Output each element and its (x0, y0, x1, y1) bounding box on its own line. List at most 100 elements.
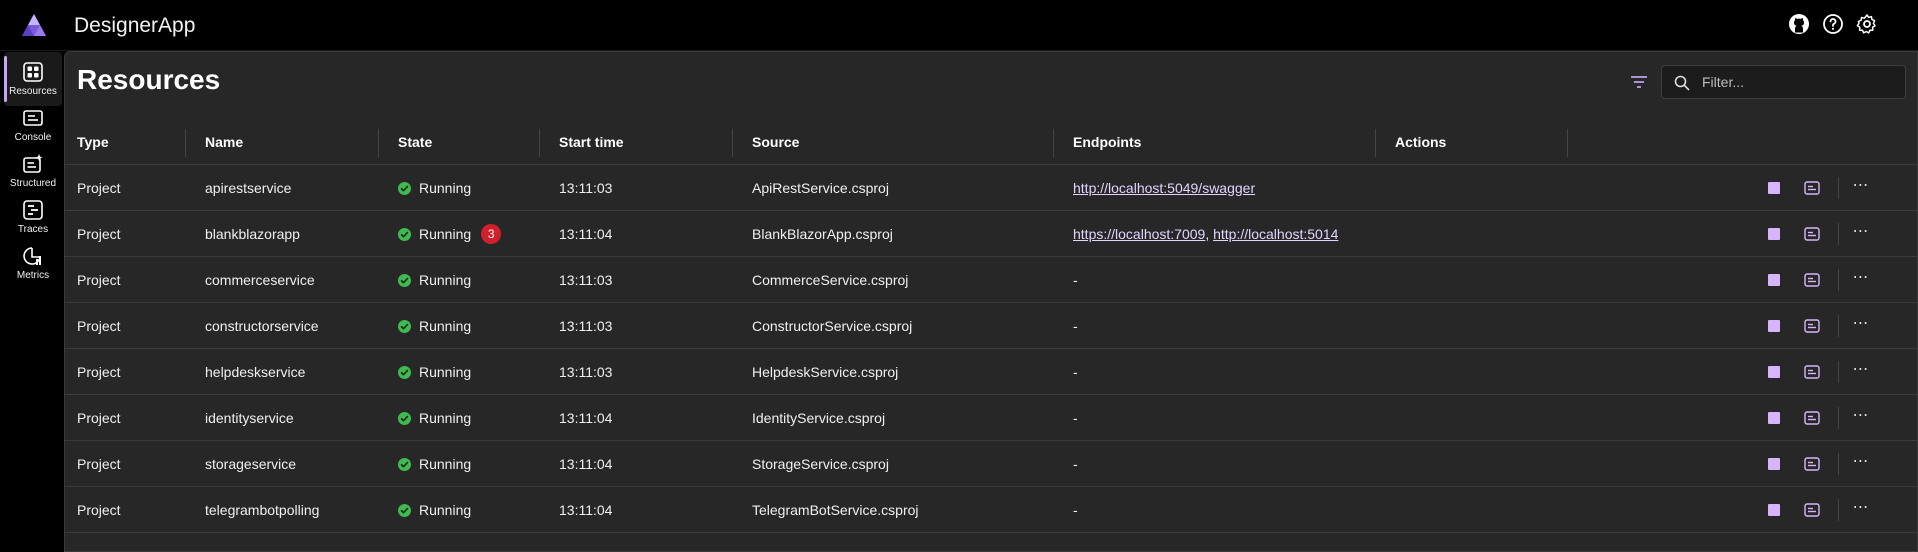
console-logs-icon[interactable] (1804, 503, 1820, 517)
filter-field[interactable] (1661, 65, 1906, 99)
filter-input[interactable] (1702, 70, 1897, 94)
cell-endpoints: - (1073, 349, 1078, 395)
stop-icon[interactable] (1768, 412, 1780, 424)
table-row[interactable]: Project blankblazorapp Running 3 13:11:04 Bla… (65, 211, 1917, 257)
stop-icon[interactable] (1768, 320, 1780, 332)
console-logs-icon[interactable] (1804, 457, 1820, 471)
cell-endpoints: - (1073, 395, 1078, 441)
github-icon[interactable] (1788, 13, 1810, 35)
cell-source: CommerceService.csproj (752, 272, 909, 288)
stop-icon[interactable] (1768, 182, 1780, 194)
sidebar-item-label: Metrics (16, 270, 50, 281)
table-row[interactable]: Project helpdeskservice Running 13:11:03 Hel… (65, 349, 1917, 395)
filter-icon[interactable] (1628, 71, 1650, 93)
column-divider[interactable] (1375, 129, 1376, 157)
running-status-icon (398, 227, 411, 241)
app-logo-icon[interactable] (21, 13, 47, 37)
column-header-state[interactable]: State (398, 119, 432, 165)
cell-state: Running 3 (398, 211, 502, 257)
column-header-type[interactable]: Type (77, 119, 109, 165)
stop-icon[interactable] (1768, 228, 1780, 240)
endpoint-empty: - (1073, 318, 1078, 334)
more-options-icon[interactable]: ⋯ (1851, 222, 1871, 242)
console-logs-icon[interactable] (1804, 319, 1820, 333)
app-title[interactable]: DesignerApp (74, 14, 195, 38)
console-icon (23, 110, 43, 126)
endpoint-link[interactable]: http://localhost:5049/swagger (1073, 180, 1255, 196)
cell-name: identityservice (205, 410, 294, 426)
more-options-icon[interactable]: ⋯ (1851, 498, 1871, 518)
cell-state: Running (398, 349, 471, 395)
stop-icon[interactable] (1768, 366, 1780, 378)
table-body: Project apirestservice Running 13:11:03 ApiR… (65, 165, 1917, 533)
table-row[interactable]: Project apirestservice Running 13:11:03 ApiR… (65, 165, 1917, 211)
console-logs-icon[interactable] (1804, 411, 1820, 425)
cell-start-time: 13:11:03 (559, 318, 613, 334)
running-status-icon (398, 181, 411, 195)
more-options-icon[interactable]: ⋯ (1851, 406, 1871, 426)
cell-state: Running (398, 165, 471, 211)
sidebar-item-metrics[interactable]: Metrics (4, 236, 62, 290)
cell-endpoints: - (1073, 257, 1078, 303)
cell-source: ApiRestService.csproj (752, 180, 889, 196)
running-status-icon (398, 503, 411, 517)
column-divider[interactable] (378, 129, 379, 157)
console-logs-icon[interactable] (1804, 227, 1820, 241)
cell-start-time: 13:11:04 (559, 502, 613, 518)
table-row[interactable]: Project constructorservice Running 13:11:03… (65, 303, 1917, 349)
state-label: Running (419, 364, 472, 380)
cell-state: Running (398, 257, 471, 303)
page-title: Resources (77, 64, 221, 95)
action-divider (1838, 223, 1839, 245)
cell-type: Project (77, 226, 121, 242)
state-label: Running (419, 410, 472, 426)
column-header-start-time[interactable]: Start time (559, 119, 624, 165)
state-label: Running (419, 318, 472, 334)
stop-icon[interactable] (1768, 504, 1780, 516)
action-divider (1838, 361, 1839, 383)
endpoint-link[interactable]: http://localhost:5014 (1213, 226, 1338, 242)
table-row[interactable]: Project storageservice Running 13:11:04 Stor… (65, 441, 1917, 487)
column-header-name[interactable]: Name (205, 119, 243, 165)
cell-endpoints: - (1073, 487, 1078, 533)
console-logs-icon[interactable] (1804, 365, 1820, 379)
cell-source: IdentityService.csproj (752, 410, 886, 426)
error-count-badge[interactable]: 3 (481, 223, 502, 244)
cell-name: apirestservice (205, 180, 292, 196)
column-header-endpoints[interactable]: Endpoints (1073, 119, 1141, 165)
column-divider[interactable] (1053, 129, 1054, 157)
action-divider (1838, 177, 1839, 199)
column-divider[interactable] (185, 129, 186, 157)
more-options-icon[interactable]: ⋯ (1851, 268, 1871, 288)
table-row[interactable]: Project commerceservice Running 13:11:03 Com… (65, 257, 1917, 303)
state-label: Running (419, 272, 472, 288)
endpoint-empty: - (1073, 364, 1078, 380)
cell-start-time: 13:11:03 (559, 364, 613, 380)
running-status-icon (398, 319, 411, 333)
endpoint-link[interactable]: https://localhost:7009 (1073, 226, 1205, 242)
column-divider[interactable] (539, 129, 540, 157)
settings-icon[interactable] (1856, 13, 1878, 35)
cell-endpoints: http://localhost:5049/swagger (1073, 165, 1255, 211)
column-divider[interactable] (1567, 129, 1568, 157)
search-icon (1674, 75, 1690, 91)
console-logs-icon[interactable] (1804, 181, 1820, 195)
running-status-icon (398, 273, 411, 287)
column-divider[interactable] (732, 129, 733, 157)
more-options-icon[interactable]: ⋯ (1851, 176, 1871, 196)
column-header-source[interactable]: Source (752, 119, 799, 165)
table-row[interactable]: Project telegrambotpolling Running 13:11:04… (65, 487, 1917, 533)
table-row[interactable]: Project identityservice Running 13:11:04 Ide… (65, 395, 1917, 441)
more-options-icon[interactable]: ⋯ (1851, 452, 1871, 472)
help-icon[interactable] (1822, 13, 1844, 35)
stop-icon[interactable] (1768, 274, 1780, 286)
cell-start-time: 13:11:04 (559, 226, 613, 242)
console-logs-icon[interactable] (1804, 273, 1820, 287)
running-status-icon (398, 411, 411, 425)
cell-state: Running (398, 303, 471, 349)
more-options-icon[interactable]: ⋯ (1851, 314, 1871, 334)
state-label: Running (419, 502, 472, 518)
stop-icon[interactable] (1768, 458, 1780, 470)
more-options-icon[interactable]: ⋯ (1851, 360, 1871, 380)
resources-icon (23, 62, 43, 82)
